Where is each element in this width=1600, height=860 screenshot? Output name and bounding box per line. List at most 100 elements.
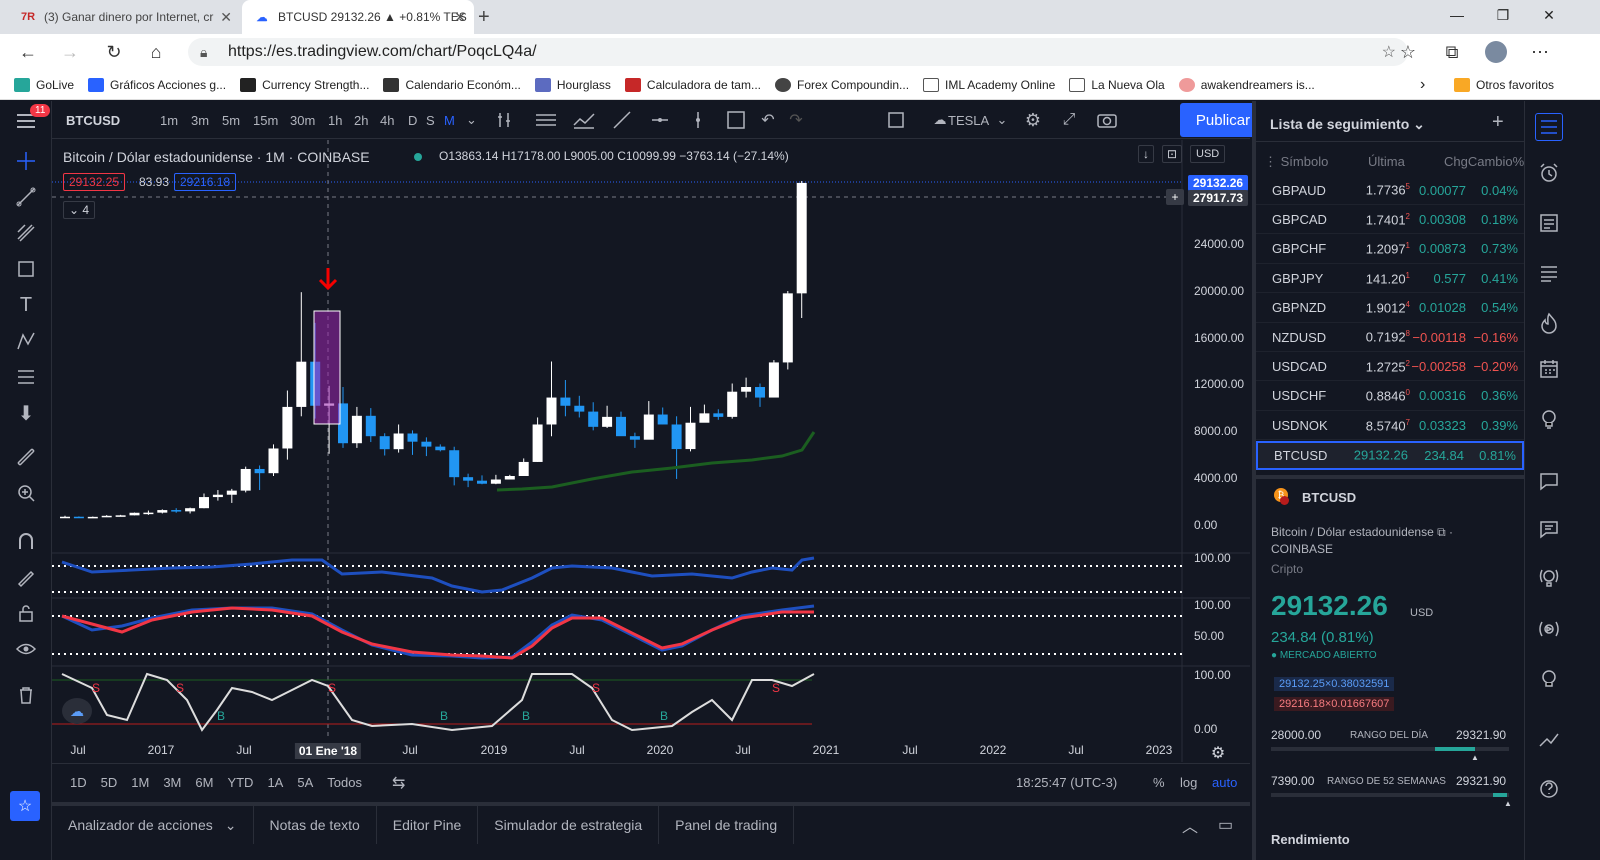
watchlist-row[interactable]: USDNOK 8.57407 0.03323 0.39% bbox=[1256, 411, 1524, 441]
home-icon[interactable]: ⌂ bbox=[138, 34, 174, 70]
bookmark[interactable]: Calendario Económ... bbox=[383, 77, 521, 92]
url-field[interactable]: 🔒︎ https://es.tradingview.com/chart/Poqc… bbox=[188, 38, 1408, 66]
symbol-search-button[interactable]: BTCUSD bbox=[66, 101, 120, 139]
settings-icon[interactable]: ⚙ bbox=[1020, 101, 1046, 139]
bookmark[interactable]: Forex Compoundin... bbox=[774, 77, 909, 92]
lock-drawing-icon[interactable] bbox=[12, 563, 40, 591]
zoom-icon[interactable] bbox=[12, 479, 40, 507]
axis-settings-icon[interactable]: ⚙ bbox=[1211, 743, 1225, 763]
reload-icon[interactable]: ↻ bbox=[96, 34, 132, 70]
hline-tool-icon[interactable] bbox=[646, 101, 674, 139]
watchlist-row[interactable]: GBPJPY 141.201 0.577 0.41% bbox=[1256, 264, 1524, 294]
range-1a[interactable]: 1A bbox=[267, 775, 283, 790]
interval-1m[interactable]: 1m bbox=[160, 101, 178, 139]
redo-icon[interactable]: ↷ bbox=[784, 101, 808, 139]
col-last[interactable]: Última bbox=[1368, 154, 1405, 169]
indicators-icon[interactable] bbox=[532, 101, 560, 139]
interval-d[interactable]: D bbox=[408, 101, 417, 139]
tab-stock-screener[interactable]: Analizador de acciones ⌄ bbox=[52, 806, 254, 844]
bookmark[interactable]: Gráficos Acciones g... bbox=[88, 77, 226, 92]
chat-icon[interactable] bbox=[1535, 467, 1563, 495]
interval-m[interactable]: M bbox=[444, 101, 455, 139]
new-tab-icon[interactable]: + bbox=[478, 0, 506, 34]
add-order-icon[interactable]: + bbox=[1166, 189, 1184, 205]
scroll-down-icon[interactable]: ↓ bbox=[1138, 145, 1154, 163]
tab-pine-editor[interactable]: Editor Pine bbox=[377, 806, 479, 844]
tab-trading-panel[interactable]: Panel de trading bbox=[659, 806, 795, 844]
interval-1h[interactable]: 1h bbox=[328, 101, 342, 139]
minimize-icon[interactable]: — bbox=[1434, 0, 1480, 30]
watchlist-row[interactable]: GBPAUD 1.77365 0.00077 0.04% bbox=[1256, 176, 1524, 205]
watchlist-icon[interactable] bbox=[1535, 113, 1563, 141]
close-window-icon[interactable]: ✕ bbox=[1526, 0, 1572, 30]
fib-icon[interactable] bbox=[12, 219, 40, 247]
templates-icon[interactable] bbox=[570, 101, 598, 139]
maximize-pane-icon[interactable]: ⊡ bbox=[1162, 145, 1183, 163]
chart-canvas[interactable]: S S S S S B B B B bbox=[52, 140, 1250, 762]
favorites-star-icon[interactable]: ☆ bbox=[10, 791, 40, 821]
trend-line-icon[interactable] bbox=[12, 183, 40, 211]
go-to-date-icon[interactable]: ⇆ bbox=[392, 773, 405, 793]
bar-style-icon[interactable] bbox=[490, 101, 518, 139]
interval-5m[interactable]: 5m bbox=[222, 101, 240, 139]
interval-3m[interactable]: 3m bbox=[191, 101, 209, 139]
vline-tool-icon[interactable] bbox=[684, 101, 712, 139]
eye-icon[interactable] bbox=[12, 635, 40, 663]
news-icon[interactable] bbox=[1535, 209, 1563, 237]
line-tool-icon[interactable] bbox=[608, 101, 636, 139]
auto-toggle[interactable]: auto bbox=[1212, 775, 1237, 790]
collections-icon[interactable]: ⧉ bbox=[1434, 34, 1470, 70]
range-5d[interactable]: 5D bbox=[101, 775, 118, 790]
range-all[interactable]: Todos bbox=[327, 775, 362, 790]
range-ytd[interactable]: YTD bbox=[227, 775, 253, 790]
hotlist-icon[interactable] bbox=[1535, 309, 1563, 337]
interval-dropdown-icon[interactable]: ⌄ bbox=[466, 101, 477, 139]
ideas-icon[interactable] bbox=[1535, 405, 1563, 433]
streams-icon[interactable] bbox=[1535, 563, 1563, 591]
col-symbol[interactable]: ⋮ Símbolo bbox=[1264, 154, 1328, 170]
col-change[interactable]: ChgCambio% bbox=[1444, 154, 1524, 169]
collapse-panel-icon[interactable]: ︿ bbox=[1182, 813, 1198, 837]
back-icon[interactable]: ← bbox=[10, 34, 46, 70]
maximize-icon[interactable]: ❐ bbox=[1480, 0, 1526, 30]
bookmark[interactable]: Hourglass bbox=[534, 77, 611, 92]
forward-icon[interactable]: → bbox=[52, 34, 88, 70]
pattern-icon[interactable] bbox=[12, 327, 40, 355]
layout-icon[interactable] bbox=[884, 101, 908, 139]
chevron-down-icon[interactable]: ⌄ bbox=[996, 101, 1008, 139]
tab-strategy-tester[interactable]: Simulador de estrategia bbox=[478, 806, 660, 844]
crosshair-icon[interactable] bbox=[12, 147, 40, 175]
calendar-icon[interactable] bbox=[1535, 355, 1563, 383]
trash-icon[interactable] bbox=[12, 681, 40, 709]
watchlist-row[interactable]: GBPCHF 1.20971 0.00873 0.73% bbox=[1256, 235, 1524, 264]
close-tab-icon[interactable]: ✕ bbox=[454, 9, 466, 26]
watchlist-title[interactable]: Lista de seguimiento ⌄ bbox=[1270, 116, 1425, 133]
browser-tab-active[interactable]: ☁ BTCUSD 29132.26 ▲ +0.81% TES ✕ bbox=[242, 0, 474, 34]
bookmark[interactable]: GoLive bbox=[14, 77, 74, 92]
layout-name[interactable]: TESLA bbox=[948, 101, 989, 139]
other-bookmarks[interactable]: Otros favoritos bbox=[1454, 77, 1554, 92]
maximize-panel-icon[interactable]: ▭ bbox=[1218, 815, 1233, 835]
range-3m[interactable]: 3M bbox=[163, 775, 181, 790]
bookmark[interactable]: Calculadora de tam... bbox=[624, 77, 761, 92]
data-window-icon[interactable] bbox=[1535, 259, 1563, 287]
interval-s[interactable]: S bbox=[426, 101, 435, 139]
range-1d[interactable]: 1D bbox=[70, 775, 87, 790]
profile-avatar[interactable] bbox=[1478, 34, 1514, 70]
tradingview-logo[interactable]: ☁ bbox=[62, 698, 92, 724]
tab-text-notes[interactable]: Notas de texto bbox=[254, 806, 377, 844]
bid-price-button[interactable]: 29132.25 bbox=[63, 173, 126, 191]
rectangle-icon[interactable] bbox=[12, 255, 40, 283]
help-icon[interactable] bbox=[1535, 775, 1563, 803]
watchlist-row[interactable]: USDCHF 0.88460 0.00316 0.36% bbox=[1256, 382, 1524, 411]
currency-button[interactable]: USD bbox=[1190, 145, 1226, 163]
interval-30m[interactable]: 30m bbox=[290, 101, 315, 139]
watchlist-row[interactable]: GBPNZD 1.90124 0.01028 0.54% bbox=[1256, 294, 1524, 323]
watchlist-row[interactable]: USDCAD 1.27252 −0.00258 −0.20% bbox=[1256, 352, 1524, 382]
details-symbol[interactable]: BTCUSD bbox=[1302, 490, 1356, 505]
ruler-icon[interactable] bbox=[12, 443, 40, 471]
notifications-icon[interactable] bbox=[1535, 515, 1563, 543]
interval-2h[interactable]: 2h bbox=[354, 101, 368, 139]
bookmark[interactable]: Currency Strength... bbox=[240, 77, 369, 92]
idea-stream-icon[interactable] bbox=[1535, 665, 1563, 693]
